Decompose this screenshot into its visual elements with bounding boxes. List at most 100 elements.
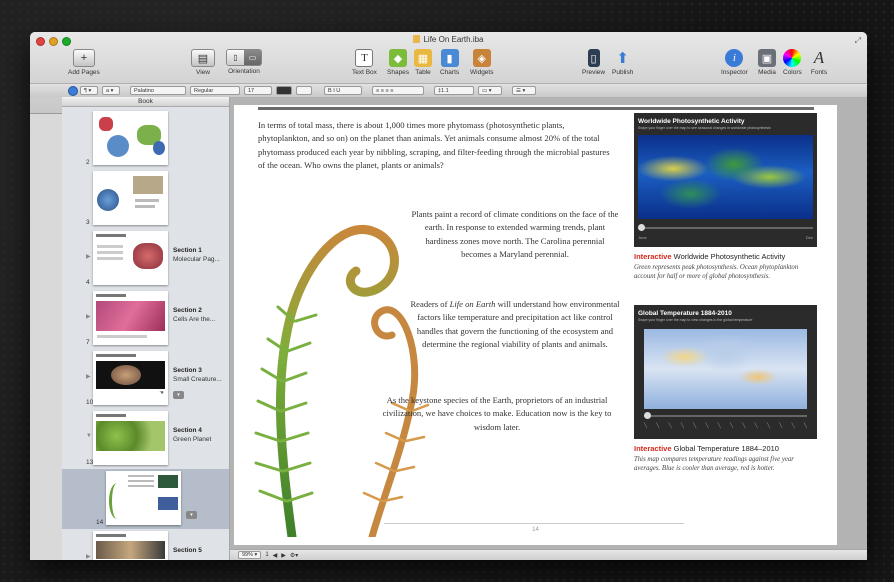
fullscreen-icon[interactable]: ⤢ — [855, 36, 861, 46]
view-button[interactable]: ▤ View — [191, 49, 215, 76]
line-spacing-popup[interactable]: ‡ 1.1 — [434, 86, 474, 95]
color-wheel-icon — [783, 49, 802, 67]
temperature-widget[interactable]: Global Temperature 1884-2010 Swipe your … — [634, 305, 817, 473]
widgets-icon: ◈ — [472, 49, 491, 67]
paragraph-style-icon[interactable] — [68, 86, 78, 96]
time-slider-thumb[interactable] — [638, 224, 645, 231]
table-icon: ▦ — [414, 49, 432, 67]
section-thumbnail[interactable] — [93, 531, 168, 560]
text-color-well[interactable] — [276, 86, 292, 95]
columns-popup[interactable]: ▭ ▾ — [478, 86, 502, 95]
zoom-popup[interactable]: 99% ▾ — [238, 551, 262, 559]
footer-rule — [384, 523, 684, 524]
list-popup[interactable]: ☰ ▾ — [512, 86, 536, 95]
body-paragraph-1[interactable]: In terms of total mass, there is about 1… — [258, 119, 614, 172]
add-pages-button[interactable]: + Add Pages — [68, 49, 100, 76]
status-bar: 99% ▾ 1 ◀ ▶ ⚙▾ — [230, 549, 867, 560]
charts-icon: ▮ — [440, 49, 459, 67]
font-family-popup[interactable]: Palatino — [130, 86, 186, 95]
ipad-icon: ▯ — [587, 49, 600, 67]
text-box-icon: T — [355, 49, 374, 67]
body-paragraph-2[interactable]: Plants paint a record of climate conditi… — [410, 208, 620, 261]
section-thumbnail[interactable] — [93, 231, 168, 285]
page-thumbnail[interactable] — [93, 111, 168, 165]
publish-arrow-icon: ⬆ — [616, 50, 629, 67]
info-icon: i — [725, 49, 744, 67]
body-paragraph-4[interactable]: As the keystone species of the Earth, pr… — [374, 394, 620, 434]
fern-illustration[interactable] — [252, 201, 432, 537]
plus-icon: + — [72, 49, 95, 67]
body-paragraph-3[interactable]: Readers of Life on Earth will understand… — [410, 298, 620, 351]
world-map-image — [638, 135, 813, 219]
styles-popup[interactable]: ¶ ▾ — [80, 86, 98, 95]
disclosure-triangle-icon[interactable]: ▶ — [86, 313, 91, 320]
alignment-buttons[interactable]: ≡ ≡ ≡ ≡ — [372, 86, 424, 95]
section-thumbnail[interactable] — [93, 291, 168, 345]
media-badge-icon: ▾ — [173, 391, 184, 399]
book-sidebar: Book 2 3 ▶ Section 1 Molecular Pag... 4 … — [62, 97, 230, 560]
page-field[interactable]: 1 — [265, 552, 268, 558]
charts-button[interactable]: ▮ Charts — [440, 49, 459, 76]
font-weight-popup[interactable]: Regular — [190, 86, 240, 95]
header-rule — [258, 107, 814, 110]
widget-description: Green represents peak photosynthesis. Oc… — [634, 264, 799, 280]
text-box-button[interactable]: T Text Box — [352, 49, 377, 76]
page-number: 14 — [532, 527, 539, 533]
sidebar-section-5[interactable]: ▶ Section 5 — [62, 529, 229, 560]
portrait-icon[interactable]: ▯ — [227, 50, 244, 65]
page-thumbnail[interactable] — [93, 171, 168, 225]
table-button[interactable]: ▦ Table — [414, 49, 432, 76]
disclosure-triangle-icon[interactable]: ▶ — [86, 553, 91, 560]
preview-button[interactable]: ▯ Preview — [582, 49, 605, 76]
media-icon: ▣ — [758, 49, 776, 67]
char-style-popup[interactable]: a ▾ — [102, 86, 120, 95]
disclosure-triangle-icon[interactable]: ▶ — [86, 373, 91, 380]
shapes-button[interactable]: ◆ Shapes — [387, 49, 409, 76]
disclosure-triangle-icon[interactable]: ▼ — [86, 433, 92, 439]
colors-button[interactable]: Colors — [783, 49, 802, 76]
prev-page-icon[interactable]: ◀ — [273, 552, 278, 559]
photosynthesis-map[interactable]: Worldwide Photosynthetic Activity Swipe … — [634, 113, 817, 247]
widget-caption: Interactive Global Temperature 1884–2010 — [634, 444, 779, 453]
sidebar-section-2[interactable]: ▶ Section 2 Cells Are the... 7 — [62, 289, 229, 349]
book-page: In terms of total mass, there is about 1… — [234, 105, 837, 545]
inspector-button[interactable]: i Inspector — [721, 49, 748, 76]
year-slider-track[interactable] — [644, 415, 807, 417]
orientation-control[interactable]: ▯ ▭ Orientation — [226, 49, 262, 75]
sidebar-page-14-selected[interactable]: 14 ▾ — [62, 469, 229, 529]
fonts-button[interactable]: A Fonts — [810, 48, 828, 76]
sidebar-section-3[interactable]: ▶ Section 3 Small Creature... 10 ▾ ☚ — [62, 349, 229, 409]
sidebar-page-3[interactable]: 3 — [62, 169, 229, 229]
bold-italic-underline[interactable]: B I U — [324, 86, 362, 95]
time-slider-track[interactable] — [638, 227, 813, 229]
photosynthesis-widget[interactable]: Worldwide Photosynthetic Activity Swipe … — [634, 113, 817, 281]
sidebar-section-4[interactable]: ▼ Section 4 Green Planet 13 — [62, 409, 229, 469]
window-title: Life On Earth.iba — [30, 35, 867, 44]
widgets-button[interactable]: ◈ Widgets — [470, 49, 493, 76]
section-thumbnail[interactable] — [93, 411, 168, 465]
document-icon — [413, 35, 421, 43]
slider-ticks: ╲ ╲ ╲ ╲ ╲ ╲ ╲ ╲ ╲ ╲ ╲ ╲ ╲ ╲ — [644, 423, 807, 429]
page-thumbnail[interactable] — [106, 471, 181, 525]
publish-button[interactable]: ⬆ Publish — [612, 49, 633, 76]
cursor-hand-icon: ☚ — [159, 390, 164, 396]
landscape-icon[interactable]: ▭ — [244, 50, 261, 65]
media-button[interactable]: ▣ Media — [758, 49, 776, 76]
highlight-color-well[interactable] — [296, 86, 312, 95]
media-badge-icon: ▾ — [186, 511, 197, 519]
orientation-segmented[interactable]: ▯ ▭ — [226, 49, 262, 66]
sidebar-page-2[interactable]: 2 — [62, 109, 229, 169]
widget-caption: Interactive Worldwide Photosynthetic Act… — [634, 252, 786, 261]
page-canvas: In terms of total mass, there is about 1… — [230, 97, 867, 560]
app-window: Life On Earth.iba ⤢ + Add Pages ▤ View ▯… — [30, 32, 867, 560]
temperature-map[interactable]: Global Temperature 1884-2010 Swipe your … — [634, 305, 817, 439]
shapes-icon: ◆ — [389, 49, 408, 67]
disclosure-triangle-icon[interactable]: ▶ — [86, 253, 91, 260]
sidebar-section-1[interactable]: ▶ Section 1 Molecular Pag... 4 — [62, 229, 229, 289]
year-slider-thumb[interactable] — [644, 412, 651, 419]
font-size-field[interactable]: 17 — [244, 86, 272, 95]
next-page-icon[interactable]: ▶ — [281, 552, 286, 559]
action-gear-icon[interactable]: ⚙▾ — [290, 552, 298, 559]
sidebar-header: Book — [62, 97, 229, 107]
view-icon: ▤ — [191, 49, 215, 67]
